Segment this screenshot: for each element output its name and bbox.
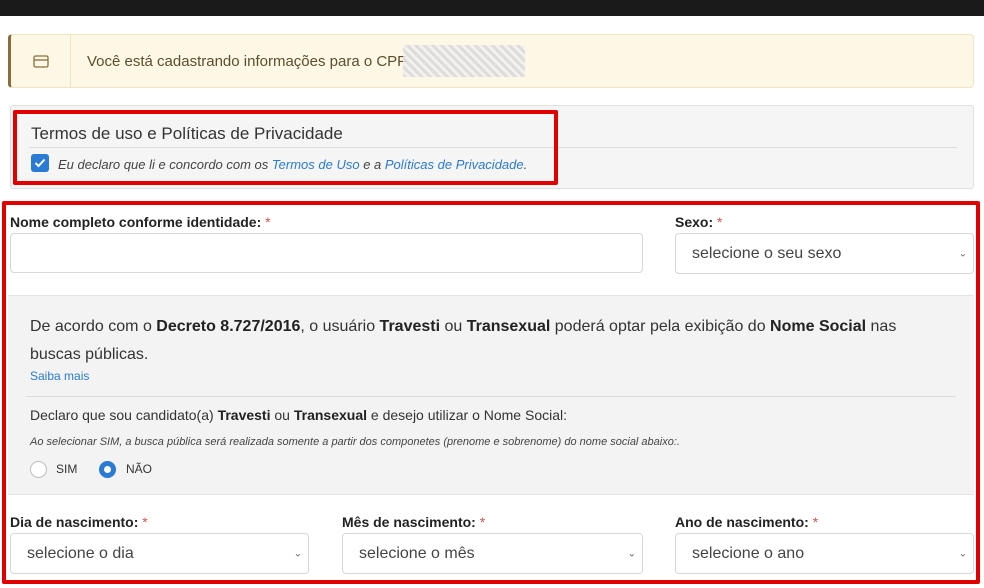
highlight-box-terms xyxy=(13,110,558,185)
card-icon xyxy=(11,35,71,87)
alert-text: Você está cadastrando informações para o… xyxy=(87,53,407,70)
browser-top-bar xyxy=(0,0,984,16)
redacted-cpf xyxy=(403,45,525,77)
cpf-alert: Você está cadastrando informações para o… xyxy=(8,34,974,88)
highlight-box-form xyxy=(2,201,980,584)
